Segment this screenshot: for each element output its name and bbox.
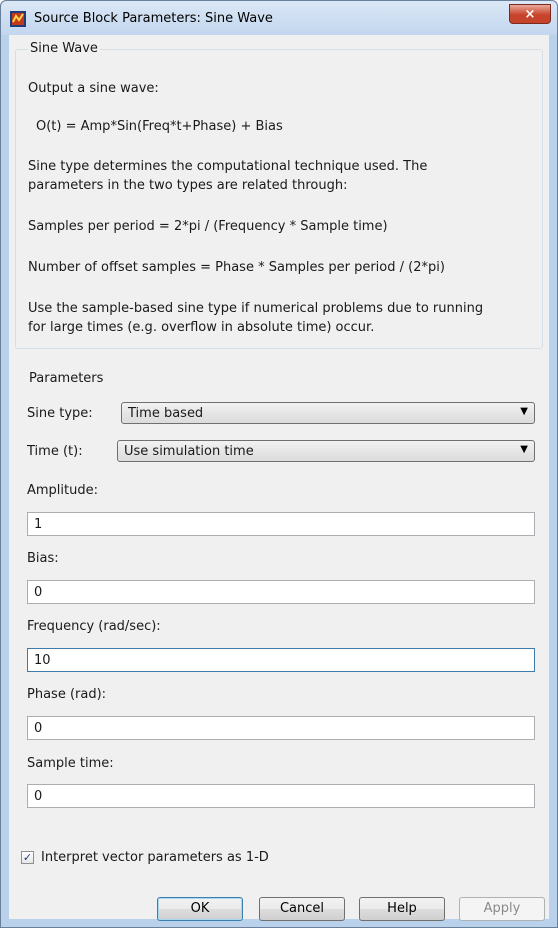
parameters-group: Parameters Sine type: Time based ▼ Time … [15,371,541,875]
phase-field[interactable]: 0 [27,716,535,740]
cancel-button[interactable]: Cancel [259,897,345,921]
amplitude-field[interactable]: 1 [27,512,535,536]
description-formula: O(t) = Amp*Sin(Freq*t+Phase) + Bias [36,119,283,134]
time-label: Time (t): [27,444,83,459]
bias-value: 0 [34,585,43,600]
title-bar[interactable]: Source Block Parameters: Sine Wave × [1,1,557,35]
description-line: Sine type determines the computational t… [28,159,428,174]
description-line: Use the sample-based sine type if numeri… [28,301,484,316]
sine-type-select[interactable]: Time based ▼ [121,402,535,424]
dialog-client-area: Sine Wave Output a sine wave: O(t) = Amp… [9,35,549,921]
frequency-field[interactable]: 10 [27,648,535,672]
parameters-group-title: Parameters [27,371,106,386]
sample-time-label: Sample time: [27,756,114,771]
sine-type-label: Sine type: [27,406,93,421]
description-line: for large times (e.g. overflow in absolu… [28,320,375,335]
window-title: Source Block Parameters: Sine Wave [34,11,273,26]
time-value: Use simulation time [124,444,254,459]
help-button[interactable]: Help [359,897,445,921]
frequency-label: Frequency (rad/sec): [27,619,161,634]
apply-button[interactable]: Apply [459,897,545,921]
description-group: Sine Wave Output a sine wave: O(t) = Amp… [15,41,543,349]
checkmark-icon: ✓ [22,851,33,864]
chevron-down-icon: ▼ [520,406,528,417]
bias-label: Bias: [27,551,59,566]
bias-field[interactable]: 0 [27,580,535,604]
description-line: Output a sine wave: [28,81,159,96]
chevron-down-icon: ▼ [520,444,528,455]
amplitude-label: Amplitude: [27,483,98,498]
frequency-value: 10 [34,653,51,668]
close-button[interactable]: × [509,4,551,24]
description-group-title: Sine Wave [28,41,100,56]
close-icon: × [524,7,536,22]
ok-button[interactable]: OK [157,897,243,921]
sample-time-field[interactable]: 0 [27,784,535,808]
interpret-vector-checkbox[interactable]: ✓ [21,851,34,864]
description-line: Number of offset samples = Phase * Sampl… [28,260,445,275]
dialog-window: Source Block Parameters: Sine Wave × Sin… [0,0,558,928]
description-line: parameters in the two types are related … [28,178,348,193]
sample-time-value: 0 [34,789,43,804]
amplitude-value: 1 [34,517,43,532]
phase-value: 0 [34,721,43,736]
time-select[interactable]: Use simulation time ▼ [117,440,535,462]
interpret-vector-label[interactable]: Interpret vector parameters as 1-D [41,850,269,865]
description-line: Samples per period = 2*pi / (Frequency *… [28,219,388,234]
phase-label: Phase (rad): [27,687,107,702]
simulink-block-icon [10,11,26,27]
sine-type-value: Time based [128,406,204,421]
